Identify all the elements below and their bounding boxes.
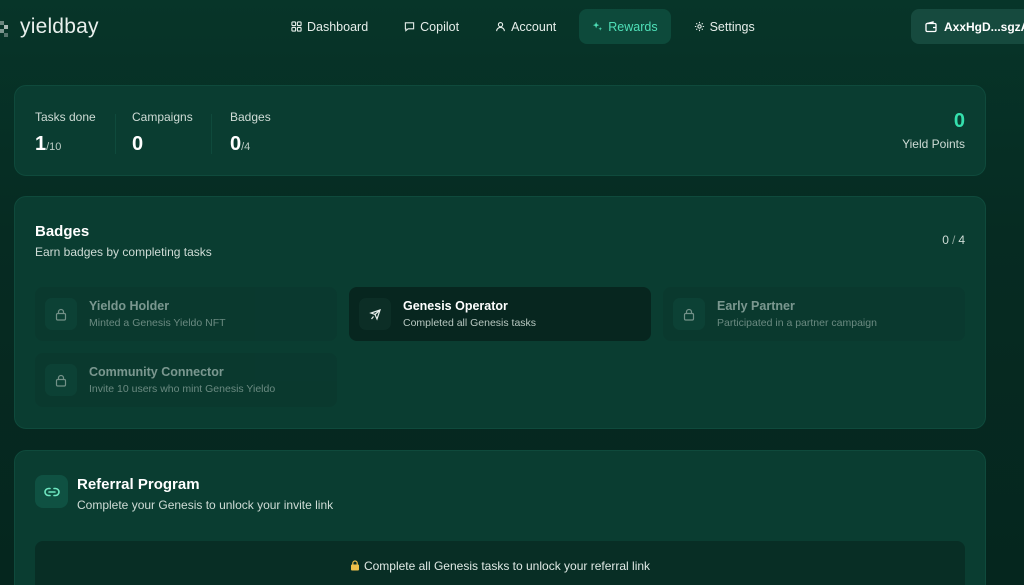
- lock-icon: [673, 298, 705, 330]
- chat-icon: [404, 22, 415, 32]
- wallet-address: AxxHgD...sgzA: [944, 19, 1024, 34]
- badge-name: Yieldo Holder: [89, 299, 170, 313]
- link-icon: [35, 475, 68, 508]
- padlock-icon: [350, 560, 359, 571]
- referral-title: Referral Program: [77, 476, 200, 493]
- stat-badges: Badges 0/4: [230, 110, 271, 156]
- rocket-icon: [359, 298, 391, 330]
- stat-tasks-label: Tasks done: [35, 110, 96, 124]
- stat-divider: [211, 114, 212, 154]
- yield-points-label: Yield Points: [902, 137, 965, 151]
- nav-settings[interactable]: Settings: [681, 9, 768, 44]
- badges-subtitle: Earn badges by completing tasks: [35, 245, 212, 259]
- nav-dashboard-label: Dashboard: [307, 19, 369, 34]
- badge-name: Early Partner: [717, 299, 795, 313]
- logo-mark-icon: [0, 12, 14, 42]
- brand-logo[interactable]: yieldbay: [0, 12, 99, 42]
- badge-desc: Minted a Genesis Yieldo NFT: [89, 317, 226, 329]
- main-nav: Dashboard Copilot Account Rewards Settin…: [278, 9, 778, 44]
- stat-campaigns-value: 0: [132, 133, 144, 155]
- wallet-button[interactable]: AxxHgD...sgzA: [911, 9, 1024, 44]
- stat-badges-value: 0/4: [230, 133, 251, 155]
- nav-account[interactable]: Account: [482, 9, 569, 44]
- stat-campaigns: Campaigns 0: [132, 110, 193, 156]
- wallet-icon: [925, 20, 937, 32]
- sparkle-icon: [593, 21, 603, 31]
- badge-name: Community Connector: [89, 365, 224, 379]
- badge-desc: Invite 10 users who mint Genesis Yieldo: [89, 383, 276, 395]
- badges-progress: 0/4: [942, 233, 965, 247]
- brand-name: yieldbay: [20, 15, 99, 38]
- gear-icon: [694, 21, 704, 32]
- stats-card: Tasks done 1/10 Campaigns 0 Badges 0/4 0…: [14, 85, 986, 176]
- badge-desc: Participated in a partner campaign: [717, 317, 877, 329]
- yield-points-value: 0: [953, 110, 965, 132]
- nav-copilot-label: Copilot: [420, 19, 460, 34]
- lock-icon: [45, 298, 77, 330]
- stat-tasks: Tasks done 1/10: [35, 110, 96, 156]
- referral-subtitle: Complete your Genesis to unlock your inv…: [77, 498, 334, 512]
- nav-rewards-label: Rewards: [608, 19, 658, 34]
- nav-copilot[interactable]: Copilot: [391, 9, 472, 44]
- yield-points: 0 Yield Points: [902, 110, 965, 151]
- badge-early-partner[interactable]: Early Partner Participated in a partner …: [663, 287, 965, 341]
- stat-campaigns-label: Campaigns: [132, 110, 193, 124]
- referral-card: Referral Program Complete your Genesis t…: [14, 450, 986, 585]
- stat-tasks-value: 1/10: [35, 133, 62, 155]
- nav-dashboard[interactable]: Dashboard: [278, 9, 381, 44]
- badge-yieldo-holder[interactable]: Yieldo Holder Minted a Genesis Yieldo NF…: [35, 287, 337, 341]
- stat-divider: [115, 114, 116, 154]
- referral-locked-message: Complete all Genesis tasks to unlock you…: [15, 559, 985, 573]
- badges-title: Badges: [35, 223, 90, 240]
- badge-community-connector[interactable]: Community Connector Invite 10 users who …: [35, 353, 337, 407]
- nav-rewards[interactable]: Rewards: [579, 9, 671, 44]
- stat-badges-label: Badges: [230, 110, 271, 124]
- nav-account-label: Account: [511, 19, 557, 34]
- badge-desc: Completed all Genesis tasks: [403, 317, 537, 329]
- nav-settings-label: Settings: [709, 19, 755, 34]
- top-navbar: yieldbay Dashboard Copilot Account Rewar…: [0, 0, 1024, 54]
- badge-genesis-operator[interactable]: Genesis Operator Completed all Genesis t…: [349, 287, 651, 341]
- rewards-page: yieldbay Dashboard Copilot Account Rewar…: [0, 0, 1024, 585]
- lock-icon: [45, 364, 77, 396]
- grid-icon: [291, 21, 302, 32]
- user-icon: [496, 22, 505, 32]
- badges-card: Badges Earn badges by completing tasks 0…: [14, 196, 986, 429]
- badge-name: Genesis Operator: [403, 299, 508, 313]
